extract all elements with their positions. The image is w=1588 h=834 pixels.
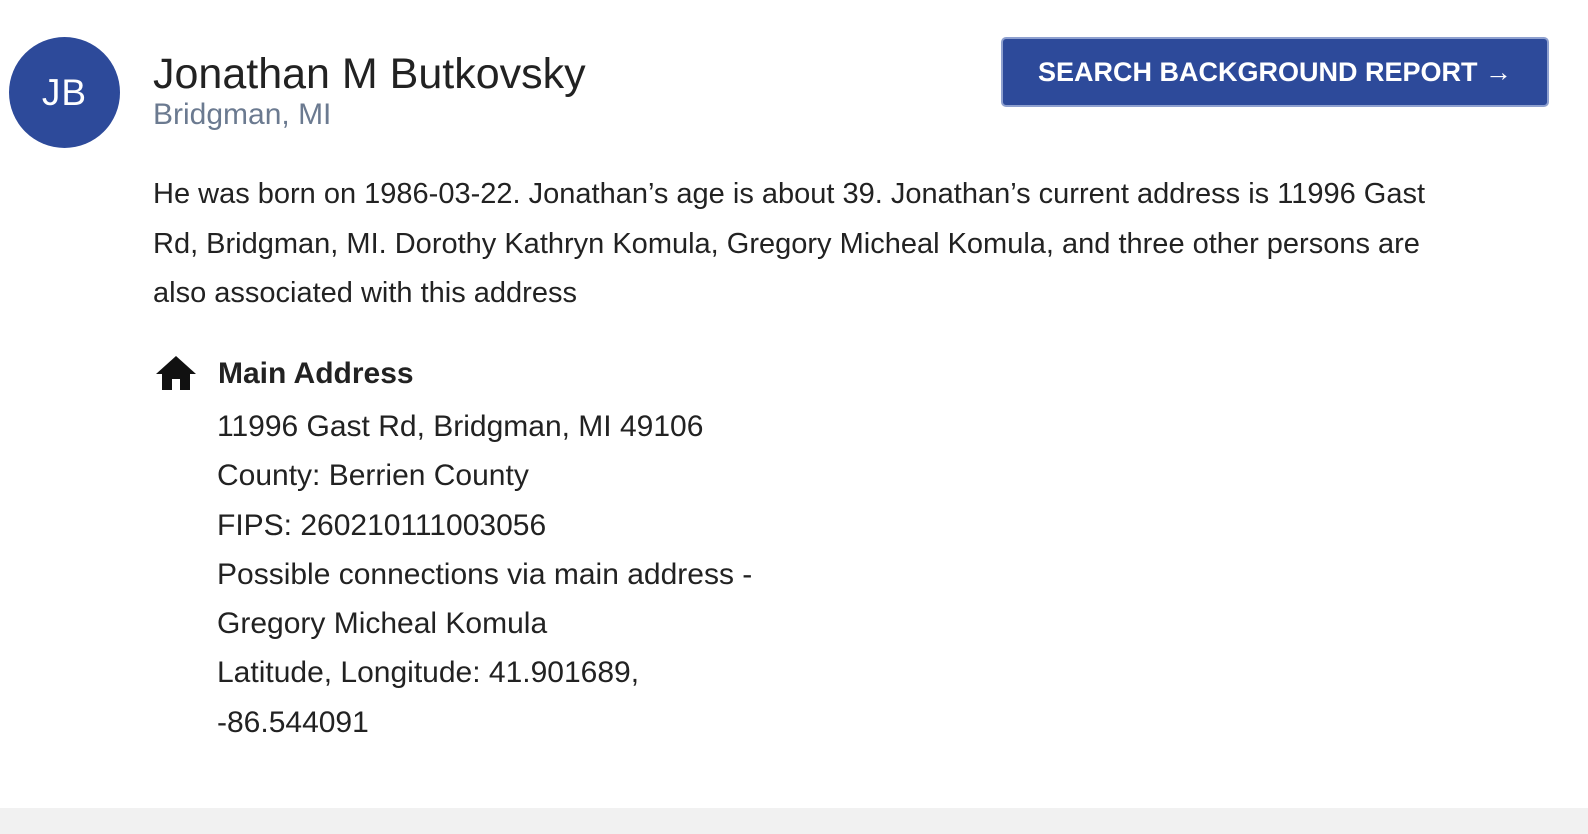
summary-line: also associated with this address [153,277,577,309]
address-connection-name[interactable]: Gregory Micheal Komula [217,599,817,648]
address-latlong: Latitude, Longitude: 41.901689, [217,656,640,690]
person-summary: He was born on 1986-03-22. Jonathan’s ag… [153,170,1548,319]
search-background-report-button[interactable]: SEARCH BACKGROUND REPORT → [1001,37,1549,107]
address-connections-label: Possible connections via main address - [217,557,753,591]
person-card: JB Jonathan M Butkovsky Bridgman, MI SEA… [0,0,1588,808]
summary-line: Rd, Bridgman, MI. Dorothy Kathryn Komula… [153,227,1420,260]
avatar: JB [9,37,120,148]
main-address-details: 11996 Gast Rd, Bridgman, MI 49106 County… [217,402,817,747]
person-name[interactable]: Jonathan M Butkovsky [153,50,586,98]
person-location: Bridgman, MI [153,98,332,131]
main-address-title: Main Address [218,357,414,390]
home-icon [155,354,197,392]
summary-line: He was born on 1986-03-22. Jonathan’s ag… [153,178,1426,210]
address-longitude: -86.544091 [217,705,369,739]
address-fips: FIPS: 260210111003056 [217,508,547,542]
address-street: 11996 Gast Rd, Bridgman, MI 49106 [217,410,704,443]
address-county: County: Berrien County [217,459,529,493]
footer-strip [0,808,1588,834]
